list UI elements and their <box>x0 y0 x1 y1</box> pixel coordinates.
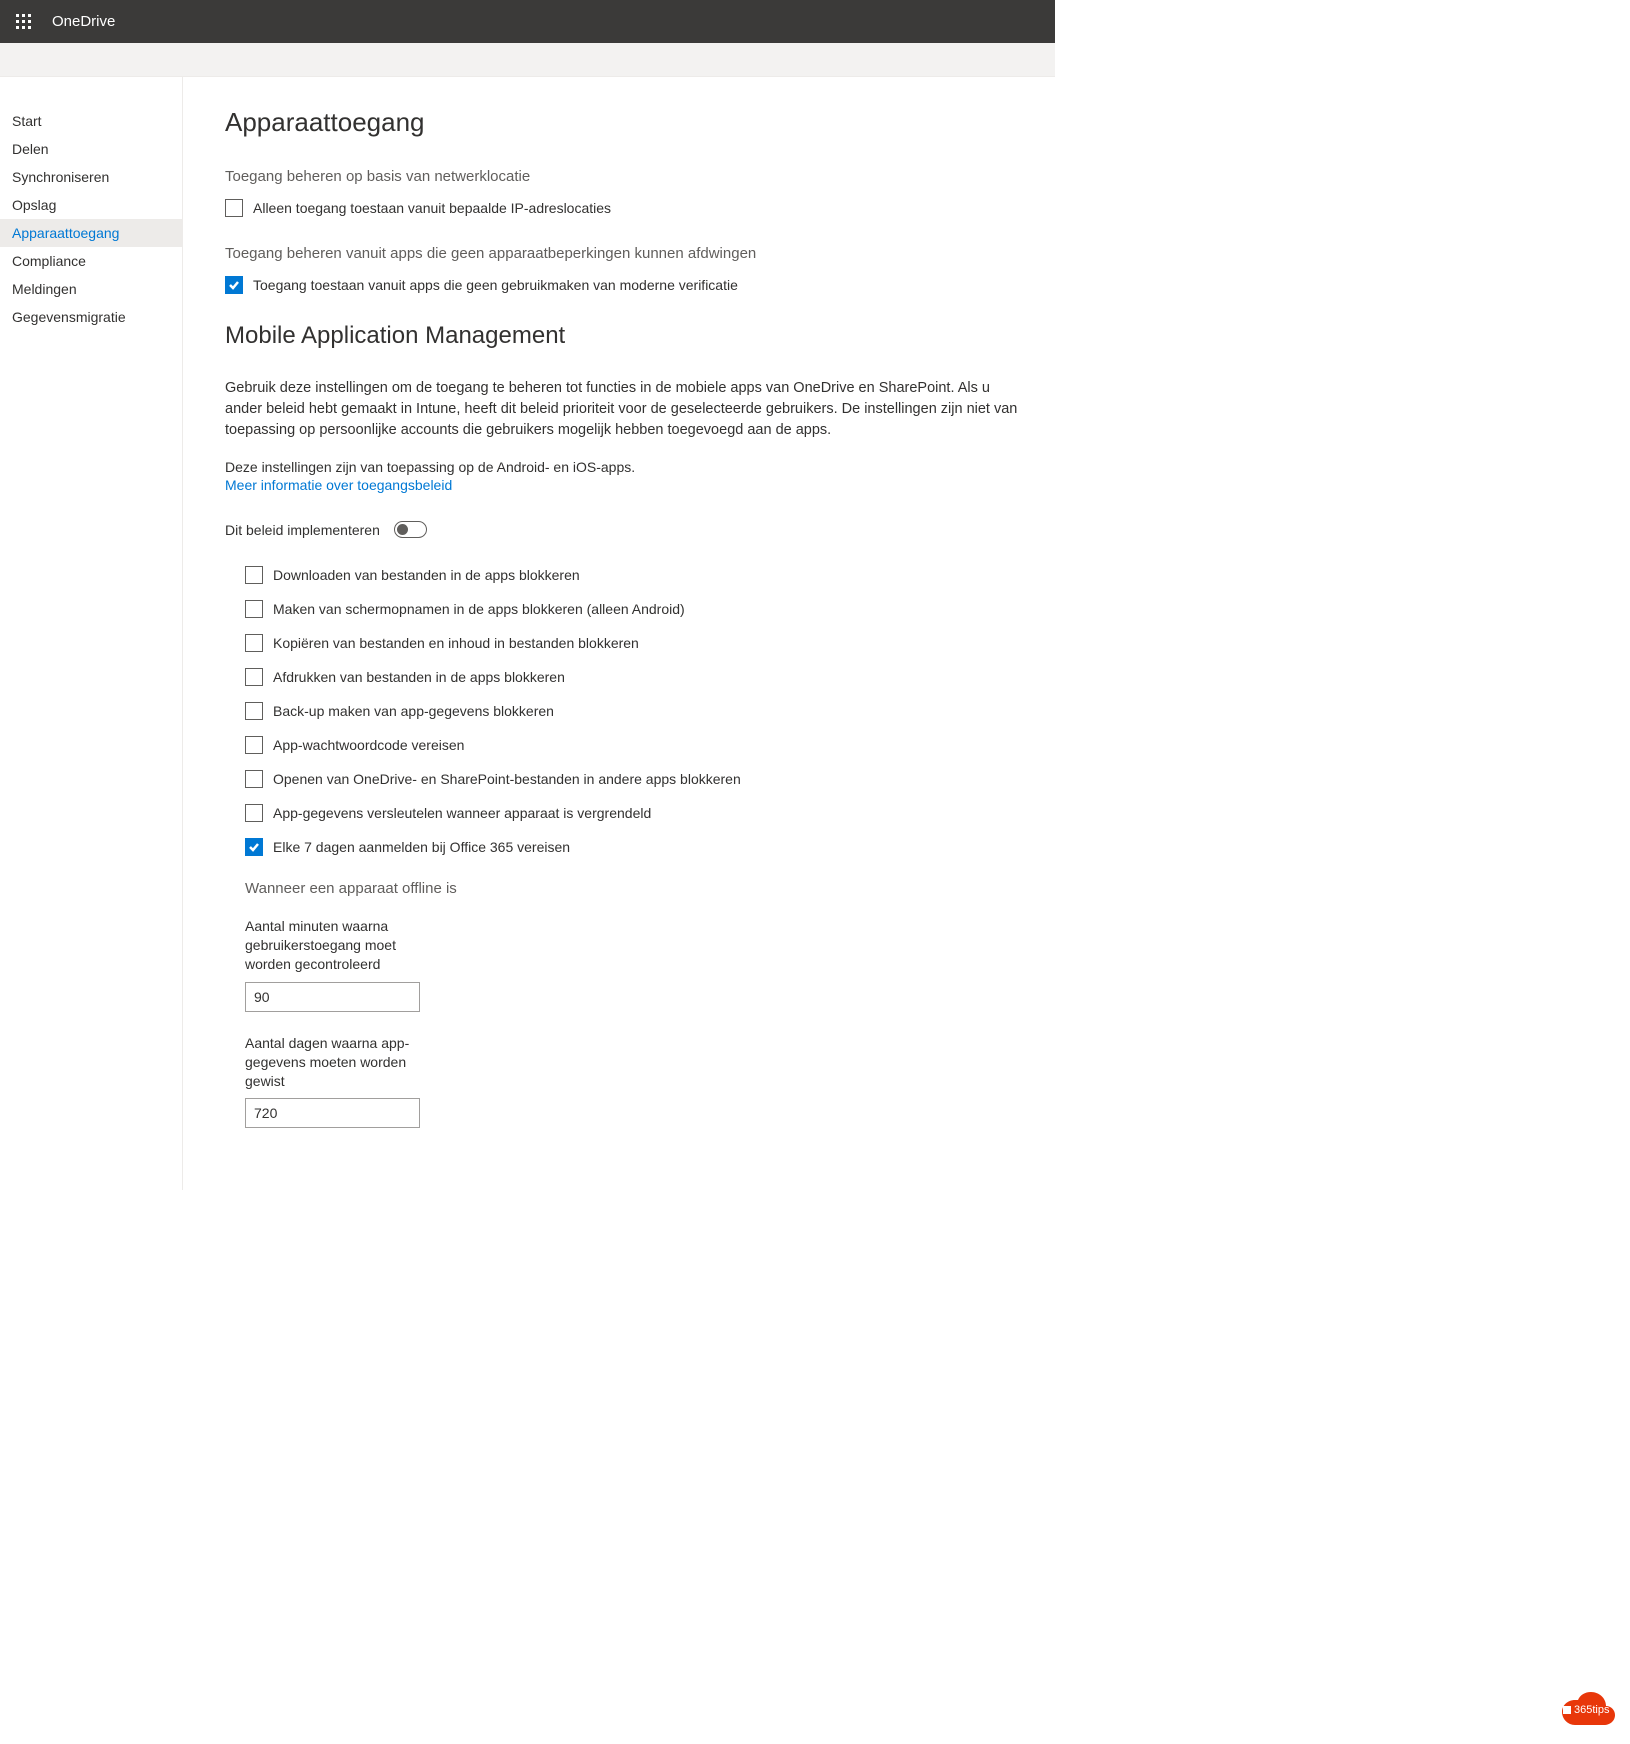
sidebar-item-label: Delen <box>12 141 49 157</box>
sidebar-item-label: Meldingen <box>12 281 77 297</box>
sidebar-item-delen[interactable]: Delen <box>0 135 182 163</box>
checkbox-policy-3[interactable] <box>245 668 263 686</box>
sidebar-item-start[interactable]: Start <box>0 107 182 135</box>
mam-note: Deze instellingen zijn van toepassing op… <box>225 459 1027 475</box>
checkbox-policy-6[interactable] <box>245 770 263 788</box>
toggle-deploy-policy[interactable] <box>394 521 427 538</box>
app-name: OneDrive <box>52 13 115 30</box>
sidebar-item-label: Synchroniseren <box>12 169 109 185</box>
policy-label: Maken van schermopnamen in de apps blokk… <box>273 601 685 617</box>
sidebar-item-meldingen[interactable]: Meldingen <box>0 275 182 303</box>
mam-link[interactable]: Meer informatie over toegangsbeleid <box>225 477 452 493</box>
offline-heading: Wanneer een apparaat offline is <box>245 880 1027 897</box>
checkbox-policy-2[interactable] <box>245 634 263 652</box>
sidebar-item-label: Gegevensmigratie <box>12 309 126 325</box>
sidebar-item-opslag[interactable]: Opslag <box>0 191 182 219</box>
policy-label: App-gegevens versleutelen wanneer appara… <box>273 805 651 821</box>
field-days-label: Aantal dagen waarna app-gegevens moeten … <box>245 1034 425 1091</box>
checkbox-policy-0[interactable] <box>245 566 263 584</box>
sidebar-item-label: Apparaattoegang <box>12 225 119 241</box>
field-minutes-input[interactable] <box>245 982 420 1012</box>
section-apps-label: Toegang beheren vanuit apps die geen app… <box>225 245 1027 262</box>
checkbox-policy-5[interactable] <box>245 736 263 754</box>
policy-label: Back-up maken van app-gegevens blokkeren <box>273 703 554 719</box>
command-bar <box>0 43 1055 77</box>
policy-label: Downloaden van bestanden in de apps blok… <box>273 567 580 583</box>
sidebar-item-label: Start <box>12 113 42 129</box>
cloud-badge[interactable]: 365tips <box>1550 1686 1620 1732</box>
sidebar-item-label: Compliance <box>12 253 86 269</box>
checkbox-ip-label: Alleen toegang toestaan vanuit bepaalde … <box>253 200 611 216</box>
checkbox-policy-7[interactable] <box>245 804 263 822</box>
sidebar-item-compliance[interactable]: Compliance <box>0 247 182 275</box>
toggle-label: Dit beleid implementeren <box>225 522 380 538</box>
sidebar-item-label: Opslag <box>12 197 56 213</box>
mam-title: Mobile Application Management <box>225 322 1027 350</box>
checkbox-modern-auth-label: Toegang toestaan vanuit apps die geen ge… <box>253 277 738 293</box>
section-network-label: Toegang beheren op basis van netwerkloca… <box>225 168 1027 185</box>
sidebar-item-synchroniseren[interactable]: Synchroniseren <box>0 163 182 191</box>
checkbox-ip-restrict[interactable] <box>225 199 243 217</box>
checkbox-policy-4[interactable] <box>245 702 263 720</box>
policy-label: Openen van OneDrive- en SharePoint-besta… <box>273 771 741 787</box>
sidebar-item-gegevensmigratie[interactable]: Gegevensmigratie <box>0 303 182 331</box>
main-content: Apparaattoegang Toegang beheren op basis… <box>183 77 1055 1190</box>
cloud-badge-text: 365tips <box>1562 1704 1609 1716</box>
checkbox-policy-8[interactable] <box>245 838 263 856</box>
mam-description: Gebruik deze instellingen om de toegang … <box>225 378 1027 441</box>
policy-label: Elke 7 dagen aanmelden bij Office 365 ve… <box>273 839 570 855</box>
field-days-input[interactable] <box>245 1098 420 1128</box>
policy-list: Downloaden van bestanden in de apps blok… <box>245 566 1027 856</box>
field-minutes-label: Aantal minuten waarna gebruikerstoegang … <box>245 917 425 974</box>
policy-label: App-wachtwoordcode vereisen <box>273 737 464 753</box>
checkbox-modern-auth[interactable] <box>225 276 243 294</box>
checkbox-policy-1[interactable] <box>245 600 263 618</box>
office-icon <box>1562 1705 1572 1715</box>
policy-label: Kopiëren van bestanden en inhoud in best… <box>273 635 639 651</box>
sidebar: Start Delen Synchroniseren Opslag Appara… <box>0 77 183 1190</box>
sidebar-item-apparaattoegang[interactable]: Apparaattoegang <box>0 219 182 247</box>
policy-label: Afdrukken van bestanden in de apps blokk… <box>273 669 565 685</box>
page-title: Apparaattoegang <box>225 107 1027 138</box>
app-launcher-icon[interactable] <box>8 6 40 38</box>
global-header: OneDrive <box>0 0 1055 43</box>
